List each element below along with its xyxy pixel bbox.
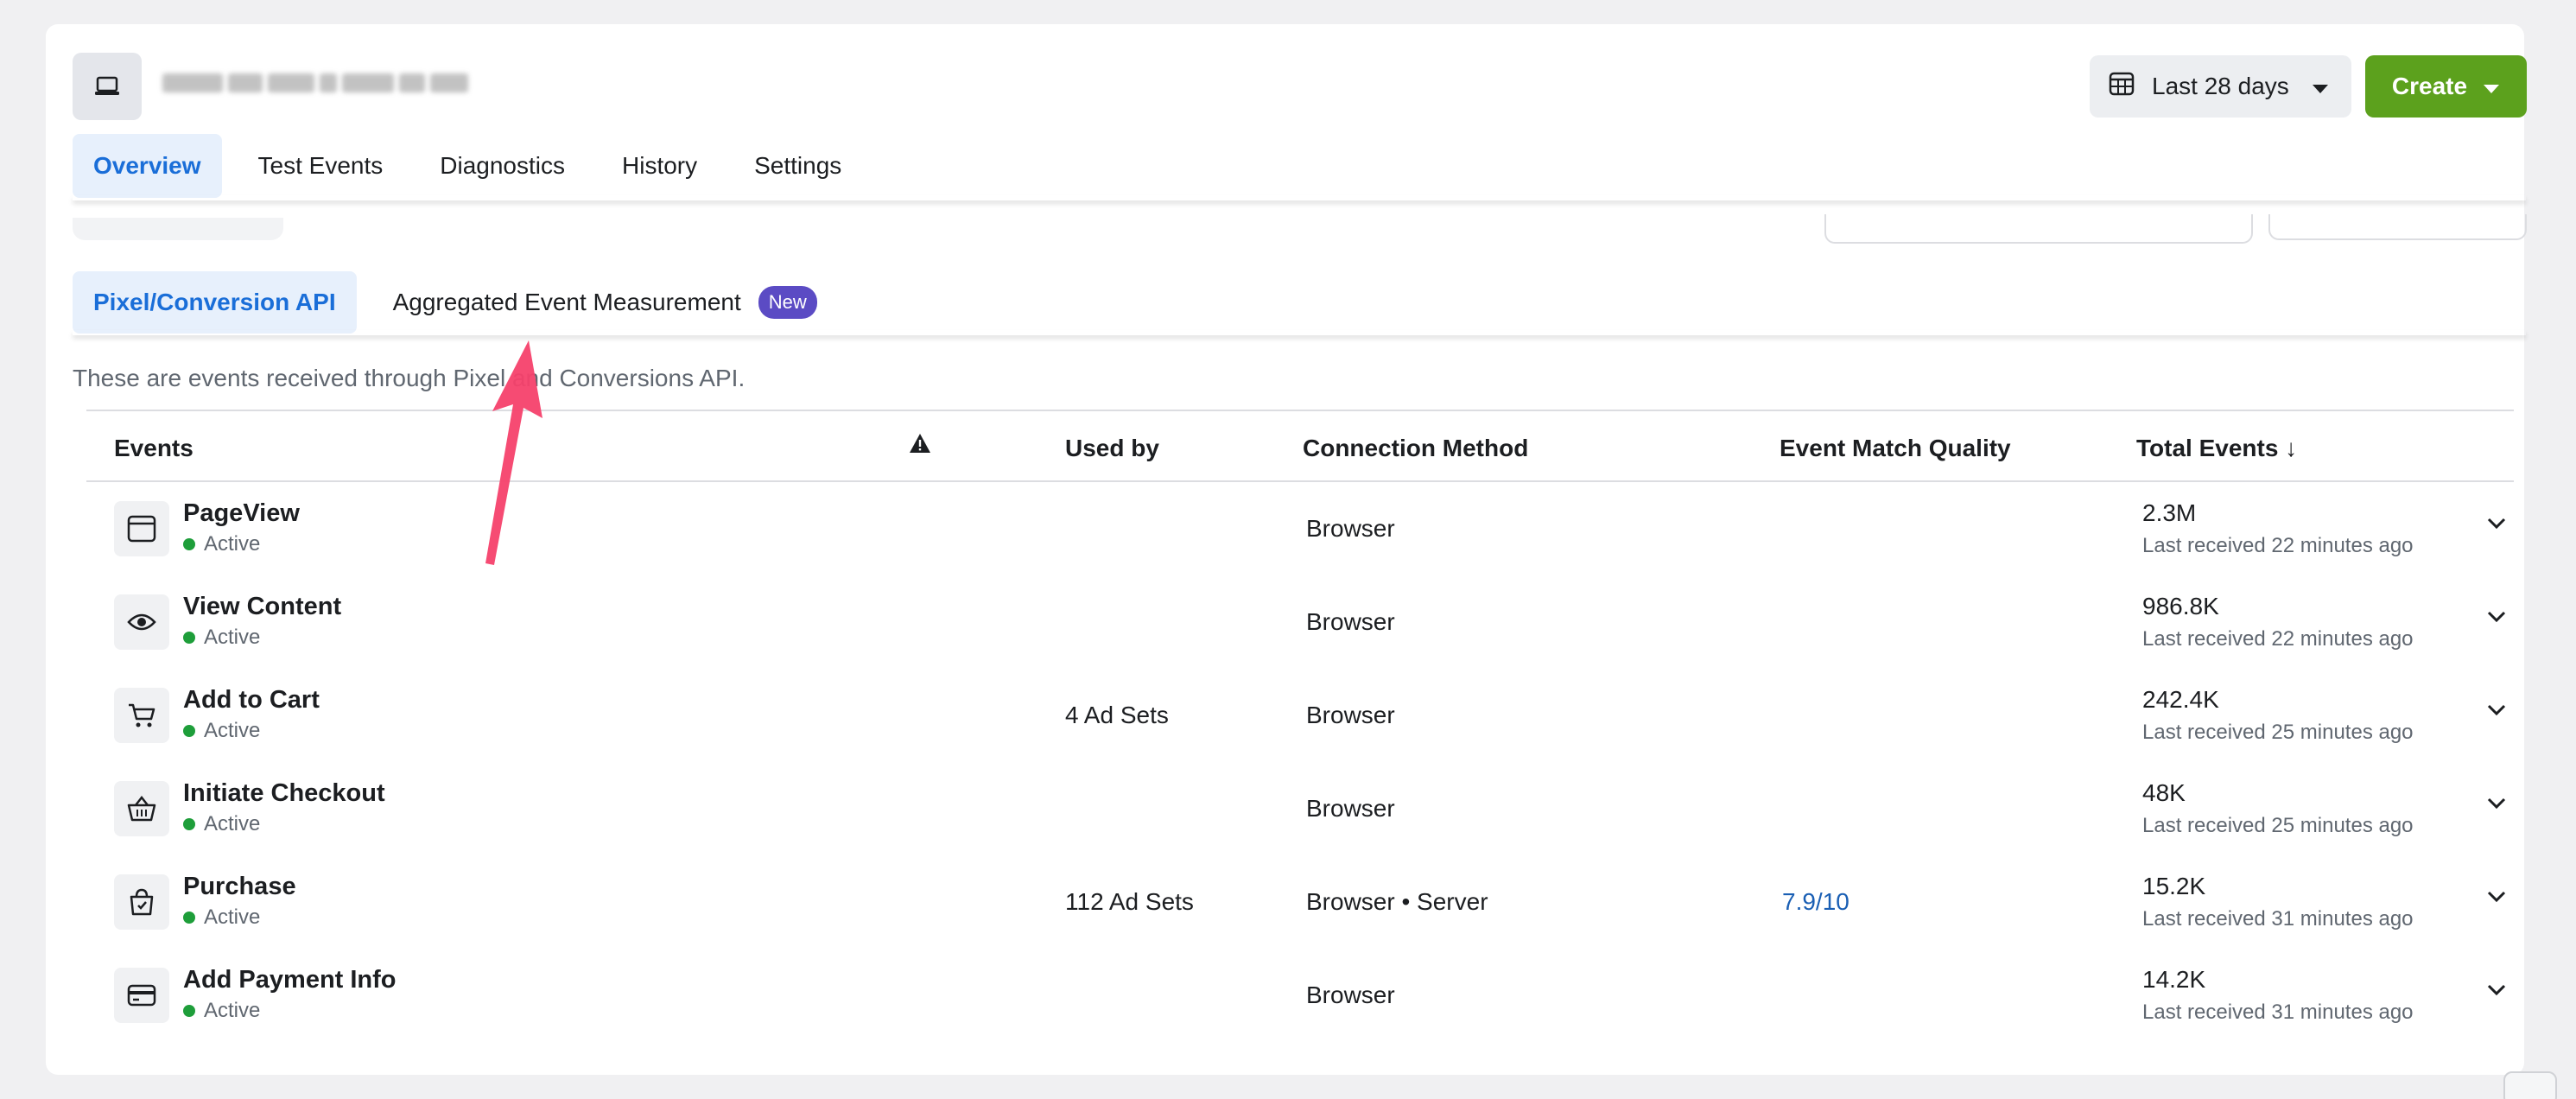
event-status: Active — [183, 532, 260, 556]
chevron-down-icon[interactable] — [2486, 517, 2507, 535]
connection-method: Browser — [1306, 981, 1395, 1008]
col-connection-method[interactable]: Connection Method — [1303, 435, 1528, 462]
used-by: 112 Ad Sets — [1065, 888, 1194, 915]
shopping-bag-icon — [114, 874, 169, 930]
status-dot — [183, 818, 195, 830]
table-row[interactable]: Initiate Checkout Active Browser 48K Las… — [86, 762, 2514, 855]
connection-method: Browser • Server — [1306, 888, 1488, 915]
status-label: Active — [204, 999, 261, 1022]
tab-overview[interactable]: Overview — [73, 134, 222, 198]
create-label: Create — [2391, 73, 2468, 99]
total-events: 242.4K — [2142, 686, 2219, 713]
status-label: Active — [204, 905, 261, 929]
date-range-button[interactable]: Last 28 days — [2090, 55, 2351, 118]
status-label: Active — [204, 812, 261, 835]
total-events: 48K — [2142, 779, 2186, 806]
match-quality[interactable]: 7.9/10 — [1782, 888, 1850, 916]
caret-down-icon — [2483, 73, 2500, 100]
tab-diagnostics[interactable]: Diagnostics — [419, 134, 586, 198]
event-status: Active — [183, 812, 260, 836]
event-name: Add to Cart — [183, 686, 320, 714]
tab-history[interactable]: History — [601, 134, 718, 198]
table-row[interactable]: Add to Cart Active 4 Ad Sets Browser 242… — [86, 669, 2514, 762]
chevron-down-icon[interactable] — [2486, 983, 2507, 1001]
status-dot — [183, 725, 195, 737]
chevron-down-icon[interactable] — [2486, 703, 2507, 721]
laptop-icon — [73, 53, 142, 120]
table-row[interactable]: Add Payment Info Active Browser 14.2K La… — [86, 949, 2514, 1042]
cart-icon — [114, 688, 169, 743]
event-name: View Content — [183, 593, 342, 620]
event-status: Active — [183, 905, 260, 930]
last-received: Last received 25 minutes ago — [2142, 721, 2414, 744]
status-dot — [183, 912, 195, 924]
last-received: Last received 31 minutes ago — [2142, 907, 2414, 931]
eye-icon — [114, 594, 169, 650]
status-label: Active — [204, 719, 261, 742]
total-events: 2.3M — [2142, 499, 2197, 526]
date-range-label: Last 28 days — [2152, 73, 2289, 99]
sub-tabs: Pixel/Conversion API Aggregated Event Me… — [73, 271, 838, 334]
caret-down-icon — [2312, 73, 2329, 100]
connection-method: Browser — [1306, 515, 1395, 542]
connection-method: Browser — [1306, 608, 1395, 635]
hidden-filter-pill — [73, 218, 283, 240]
table-header: Events Used by Connection Method Event M… — [86, 410, 2514, 482]
total-events: 14.2K — [2142, 966, 2206, 993]
calendar-grid-icon — [2109, 71, 2135, 103]
subtabs-divider — [73, 330, 2526, 335]
event-name: Add Payment Info — [183, 966, 397, 994]
event-status: Active — [183, 719, 260, 743]
table-row[interactable]: Purchase Active 112 Ad Sets Browser • Se… — [86, 855, 2514, 949]
events-table: Events Used by Connection Method Event M… — [86, 410, 2514, 1042]
col-total-events[interactable]: Total Events ↓ — [2136, 435, 2297, 462]
connection-method: Browser — [1306, 795, 1395, 822]
hidden-search-box — [1824, 214, 2253, 244]
connection-method: Browser — [1306, 702, 1395, 728]
new-badge: New — [758, 286, 817, 319]
subtab-aggregated-event-measurement[interactable]: Aggregated Event Measurement New — [372, 271, 838, 334]
last-received: Last received 25 minutes ago — [2142, 814, 2414, 837]
last-received: Last received 31 minutes ago — [2142, 1001, 2414, 1024]
tab-settings[interactable]: Settings — [733, 134, 862, 198]
col-event-match-quality[interactable]: Event Match Quality — [1780, 435, 2011, 462]
subtab-pixel-conversion-api[interactable]: Pixel/Conversion API — [73, 271, 357, 334]
globe-icon[interactable] — [2503, 1071, 2557, 1099]
col-events[interactable]: Events — [114, 435, 194, 462]
table-row[interactable]: View Content Active Browser 986.8K Last … — [86, 575, 2514, 669]
tab-test-events[interactable]: Test Events — [238, 134, 404, 198]
total-events: 986.8K — [2142, 593, 2219, 619]
chevron-down-icon[interactable] — [2486, 610, 2507, 628]
event-name: Purchase — [183, 873, 296, 900]
hidden-action-box — [2268, 214, 2527, 240]
status-dot — [183, 1005, 195, 1017]
last-received: Last received 22 minutes ago — [2142, 534, 2414, 557]
event-name: Initiate Checkout — [183, 779, 385, 807]
status-dot — [183, 538, 195, 550]
table-row[interactable]: PageView Active Browser 2.3M Last receiv… — [86, 482, 2514, 575]
tabs-divider — [73, 195, 2526, 200]
status-label: Active — [204, 626, 261, 649]
warning-icon — [909, 432, 931, 460]
last-received: Last received 22 minutes ago — [2142, 627, 2414, 651]
status-dot — [183, 632, 195, 644]
events-description: These are events received through Pixel … — [73, 365, 746, 391]
credit-card-icon — [114, 968, 169, 1023]
main-tabs: Overview Test Events Diagnostics History… — [73, 134, 862, 198]
chevron-down-icon[interactable] — [2486, 890, 2507, 908]
subtab-label: Aggregated Event Measurement — [392, 289, 741, 315]
create-button[interactable]: Create — [2365, 55, 2527, 118]
col-used-by[interactable]: Used by — [1065, 435, 1159, 462]
status-label: Active — [204, 532, 261, 556]
used-by: 4 Ad Sets — [1065, 702, 1169, 728]
basket-icon — [114, 781, 169, 836]
event-status: Active — [183, 626, 260, 650]
pixel-name-redacted — [162, 66, 473, 100]
event-name: PageView — [183, 499, 300, 527]
total-events: 15.2K — [2142, 873, 2206, 899]
event-status: Active — [183, 999, 260, 1023]
chevron-down-icon[interactable] — [2486, 797, 2507, 815]
browser-window-icon — [114, 501, 169, 556]
